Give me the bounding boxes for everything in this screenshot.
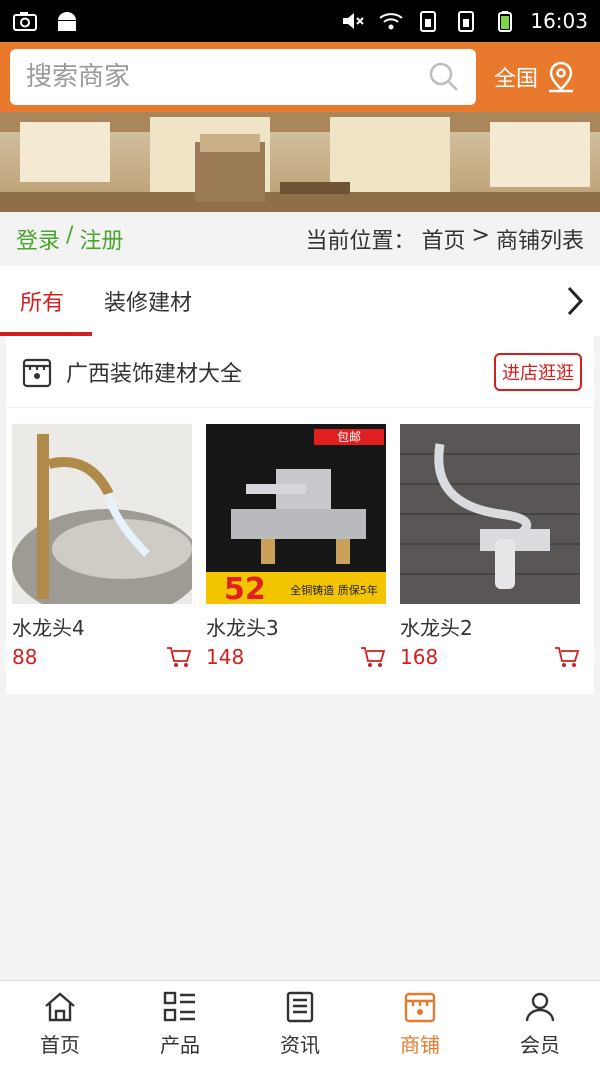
tab-all[interactable]: 所有: [0, 266, 93, 336]
product-item[interactable]: 水龙头2 168: [400, 424, 580, 669]
login-link[interactable]: 登录: [16, 223, 60, 255]
product-price: 148: [206, 645, 245, 669]
product-list: 水龙头4 88 包邮 52 全铜铸造 质保5年 水龙头3 148 水龙头2 16…: [6, 408, 594, 669]
product-name[interactable]: 水龙头3: [206, 612, 386, 641]
breadcrumb-current: 商铺列表: [495, 229, 584, 254]
nav-news-label: 资讯: [280, 1032, 320, 1057]
register-link[interactable]: 注册: [79, 223, 123, 255]
product-item[interactable]: 包邮 52 全铜铸造 质保5年 水龙头3 148: [206, 424, 386, 669]
product-price: 168: [400, 645, 439, 669]
promo-text: 全铜铸造 质保5年: [290, 583, 378, 597]
visit-shop-button[interactable]: 进店逛逛: [494, 352, 582, 391]
header: 全国: [0, 42, 600, 112]
product-item[interactable]: 水龙头4 88: [12, 424, 192, 669]
home-icon: [45, 991, 75, 1021]
breadcrumb-prefix: 当前位置：: [305, 229, 416, 254]
product-name[interactable]: 水龙头4: [12, 612, 192, 641]
location-pin-icon: [549, 61, 574, 93]
news-icon: [286, 991, 314, 1022]
shop-icon: [404, 992, 436, 1022]
user-icon: [525, 992, 555, 1021]
tabs-next-button[interactable]: [550, 266, 600, 336]
bottom-nav: 首页 产品 资讯 商铺 会员: [0, 980, 600, 1067]
search-box[interactable]: [10, 49, 476, 105]
shop-name[interactable]: 广西装饰建材大全: [66, 356, 242, 388]
banner-image[interactable]: [0, 112, 600, 212]
nav-products-label: 产品: [160, 1032, 200, 1057]
category-tabs: 所有 装修建材: [0, 266, 600, 336]
product-image[interactable]: [400, 424, 580, 604]
store-icon: [22, 358, 52, 387]
product-name[interactable]: 水龙头2: [400, 612, 580, 641]
nav-member-label: 会员: [520, 1032, 560, 1057]
status-bar: 16:03: [0, 0, 600, 42]
nav-news[interactable]: 资讯: [240, 981, 360, 1067]
android-icon: [58, 12, 76, 31]
shop-header: 广西装饰建材大全 进店逛逛: [6, 336, 594, 408]
mute-icon: [343, 13, 365, 29]
grid-list-icon: [163, 991, 195, 1021]
tab-building-materials[interactable]: 装修建材: [84, 266, 212, 336]
nav-shops[interactable]: 商铺: [360, 981, 480, 1067]
search-input[interactable]: [26, 62, 406, 92]
breadcrumb-arrow: >: [471, 223, 490, 248]
battery-icon: [498, 11, 513, 32]
breadcrumb-home[interactable]: 首页: [422, 223, 466, 255]
login-separator: /: [66, 223, 74, 248]
login-register: 登录 / 注册: [16, 223, 123, 255]
nav-products[interactable]: 产品: [120, 981, 240, 1067]
search-icon[interactable]: [428, 61, 460, 93]
product-image[interactable]: 包邮 52 全铜铸造 质保5年: [206, 424, 386, 604]
chevron-right-icon: [567, 286, 584, 316]
sim-signal-icon: [420, 11, 437, 32]
nav-shops-label: 商铺: [400, 1032, 440, 1057]
breadcrumb: 当前位置： 首页 > 商铺列表: [306, 223, 584, 255]
cart-icon[interactable]: [554, 645, 580, 669]
camera-icon: [13, 12, 37, 31]
nav-member[interactable]: 会员: [480, 981, 600, 1067]
nav-home[interactable]: 首页: [0, 981, 120, 1067]
free-shipping-badge: 包邮: [337, 430, 361, 444]
cart-icon[interactable]: [360, 645, 386, 669]
banner-illustration: [0, 112, 600, 212]
region-label: 全国: [494, 67, 539, 92]
product-price: 88: [12, 645, 38, 669]
product-image[interactable]: [12, 424, 192, 604]
cart-icon[interactable]: [166, 645, 192, 669]
promo-price: 52: [224, 572, 266, 604]
breadcrumb-row: 登录 / 注册 当前位置： 首页 > 商铺列表: [0, 212, 600, 266]
region-selector[interactable]: 全国: [494, 61, 576, 93]
status-time: 16:03: [530, 9, 588, 33]
wifi-icon: [379, 13, 403, 30]
shop-card: 广西装饰建材大全 进店逛逛 水龙头4 88 包邮 52 全铜铸造 质保5年 水龙…: [6, 336, 594, 694]
sim-signal-icon-2: [458, 11, 475, 32]
nav-home-label: 首页: [40, 1032, 80, 1057]
tab-all-label: 所有: [20, 291, 65, 316]
tab-building-materials-label: 装修建材: [104, 291, 193, 316]
